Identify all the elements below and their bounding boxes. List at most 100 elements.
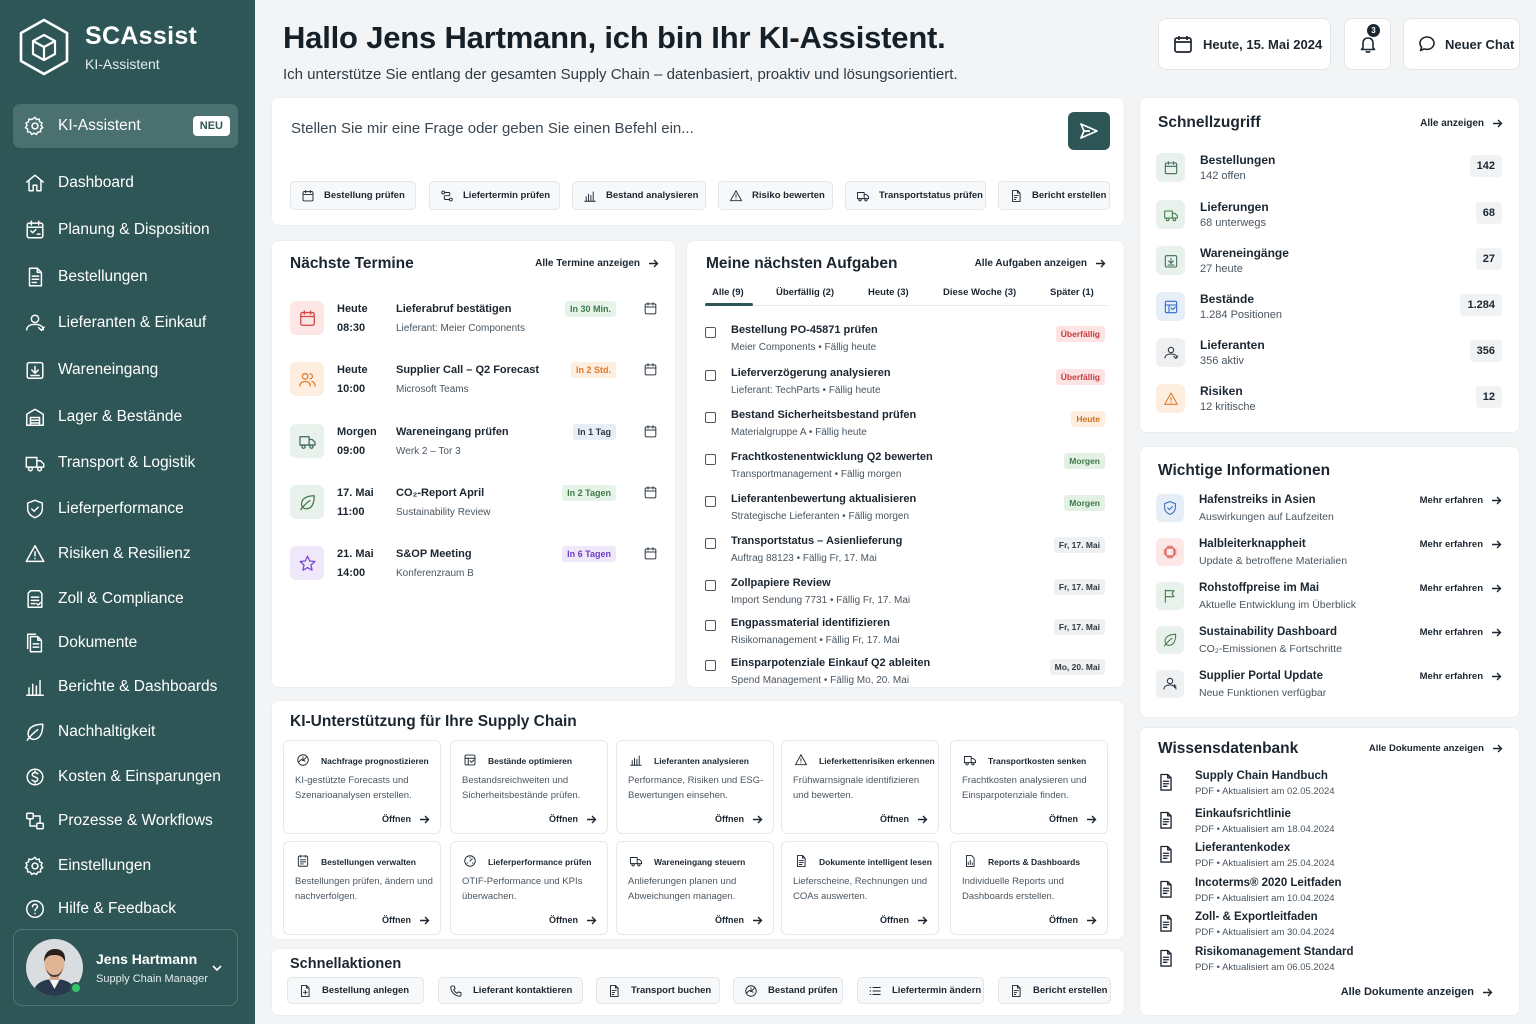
notifications-button[interactable]: 3: [1344, 18, 1391, 70]
send-button[interactable]: [1068, 112, 1110, 150]
add-to-calendar-icon[interactable]: [643, 424, 658, 439]
quick-access-item[interactable]: Bestände 1.284 Positionen 1.284: [1156, 292, 1502, 332]
ki-feature-card[interactable]: Lieferanten analysieren Performance, Ris…: [616, 740, 774, 834]
task-title[interactable]: Bestand Sicherheitsbestand prüfen: [731, 409, 916, 421]
add-to-calendar-icon[interactable]: [643, 546, 658, 561]
ki-feature-card[interactable]: Transportkosten senken Frachtkosten anal…: [950, 740, 1108, 834]
add-to-calendar-icon[interactable]: [643, 362, 658, 377]
ki-feature-card[interactable]: Lieferperformance prüfen OTIF-Performanc…: [450, 841, 608, 935]
ki-feature-open-link[interactable]: Öffnen: [382, 814, 430, 824]
sidebar-item-12[interactable]: Berichte & Dashboards: [13, 665, 238, 709]
tab-3[interactable]: Diese Woche (3): [943, 287, 1016, 298]
prompt-chip[interactable]: Liefertermin prüfen: [429, 181, 560, 210]
termin-item[interactable]: Heute 10:00 Supplier Call – Q2 Forecast …: [290, 362, 662, 402]
sidebar-item-13[interactable]: Nachhaltigkeit: [13, 710, 238, 754]
sidebar-item-9[interactable]: Risiken & Resilienz: [13, 532, 238, 576]
ki-feature-card[interactable]: Dokumente intelligent lesen Lieferschein…: [781, 841, 939, 935]
document-item[interactable]: Incoterms® 2020 Leitfaden PDF • Aktualis…: [1158, 877, 1498, 909]
prompt-chip[interactable]: Bestellung prüfen: [290, 181, 416, 210]
sidebar-item-1[interactable]: Dashboard: [13, 161, 238, 205]
task-checkbox[interactable]: [705, 370, 716, 381]
user-card[interactable]: Jens Hartmann Supply Chain Manager: [13, 929, 238, 1006]
task-title[interactable]: Lieferantenbewertung aktualisieren: [731, 493, 916, 505]
quick-access-item[interactable]: Bestellungen 142 offen 142: [1156, 153, 1502, 193]
document-item[interactable]: Einkaufsrichtlinie PDF • Aktualisiert am…: [1158, 808, 1498, 840]
prompt-input[interactable]: Stellen Sie mir eine Frage oder geben Si…: [291, 120, 694, 137]
task-checkbox[interactable]: [705, 454, 716, 465]
tab-0[interactable]: Alle (9): [712, 287, 744, 298]
task-title[interactable]: Zollpapiere Review: [731, 577, 831, 589]
ki-feature-open-link[interactable]: Öffnen: [880, 915, 928, 925]
sidebar-item-4[interactable]: Lieferanten & Einkauf: [13, 301, 238, 345]
prompt-chip[interactable]: Risiko bewerten: [718, 181, 833, 210]
task-title[interactable]: Lieferverzögerung analysieren: [731, 367, 891, 379]
ki-feature-card[interactable]: Bestellungen verwalten Bestellungen prüf…: [283, 841, 441, 935]
task-checkbox[interactable]: [705, 412, 716, 423]
ki-feature-open-link[interactable]: Öffnen: [715, 915, 763, 925]
more-link[interactable]: Mehr erfahren: [1420, 671, 1502, 682]
task-checkbox[interactable]: [705, 538, 716, 549]
sidebar-item-16[interactable]: Einstellungen: [13, 844, 238, 888]
sidebar-item-8[interactable]: Lieferperformance: [13, 487, 238, 531]
ki-feature-card[interactable]: Bestände optimieren Bestandsreichweiten …: [450, 740, 608, 834]
prompt-chip[interactable]: Bericht erstellen: [998, 181, 1110, 210]
sidebar-item-5[interactable]: Wareneingang: [13, 348, 238, 392]
task-title[interactable]: Einsparpotenziale Einkauf Q2 ableiten: [731, 657, 930, 669]
ki-feature-open-link[interactable]: Öffnen: [382, 915, 430, 925]
task-checkbox[interactable]: [705, 620, 716, 631]
more-link[interactable]: Mehr erfahren: [1420, 583, 1502, 594]
brand[interactable]: SCAssist KI-Assistent: [17, 17, 197, 77]
termin-item[interactable]: 17. Mai 11:00 CO₂-Report April Sustainab…: [290, 485, 662, 525]
quick-access-item[interactable]: Risiken 12 kritische 12: [1156, 384, 1502, 424]
quick-action-button[interactable]: Lieferant kontaktieren: [438, 977, 583, 1004]
add-to-calendar-icon[interactable]: [643, 301, 658, 316]
termin-item[interactable]: 21. Mai 14:00 S&OP Meeting Konferenzraum…: [290, 546, 662, 586]
task-title[interactable]: Engpassmaterial identifizieren: [731, 617, 890, 629]
sidebar-item-0[interactable]: KI-Assistent NEU: [13, 104, 238, 148]
sidebar-item-11[interactable]: Dokumente: [13, 621, 238, 665]
document-item[interactable]: Risikomanagement Standard PDF • Aktualis…: [1158, 946, 1498, 978]
ki-feature-open-link[interactable]: Öffnen: [549, 915, 597, 925]
ki-feature-open-link[interactable]: Öffnen: [880, 814, 928, 824]
quick-action-button[interactable]: Transport buchen: [596, 977, 720, 1004]
more-link[interactable]: Mehr erfahren: [1420, 539, 1502, 550]
task-title[interactable]: Frachtkostenentwicklung Q2 bewerten: [731, 451, 933, 463]
sidebar-item-2[interactable]: Planung & Disposition: [13, 208, 238, 252]
quick-access-item[interactable]: Wareneingänge 27 heute 27: [1156, 246, 1502, 286]
ki-feature-open-link[interactable]: Öffnen: [1049, 814, 1097, 824]
tab-2[interactable]: Heute (3): [868, 287, 909, 298]
prompt-chip[interactable]: Bestand analysieren: [572, 181, 706, 210]
document-item[interactable]: Lieferantenkodex PDF • Aktualisiert am 2…: [1158, 842, 1498, 874]
quick-access-item[interactable]: Lieferungen 68 unterwegs 68: [1156, 200, 1502, 240]
quick-action-button[interactable]: Bericht erstellen: [998, 977, 1111, 1004]
add-to-calendar-icon[interactable]: [643, 485, 658, 500]
task-checkbox[interactable]: [705, 327, 716, 338]
ki-feature-card[interactable]: Wareneingang steuern Anlieferungen plane…: [616, 841, 774, 935]
aufgaben-all-link[interactable]: Alle Aufgaben anzeigen: [975, 258, 1106, 269]
new-chat-button[interactable]: Neuer Chat: [1403, 18, 1520, 70]
quick-action-button[interactable]: Bestand prüfen: [733, 977, 843, 1004]
task-title[interactable]: Transportstatus – Asienlieferung: [731, 535, 902, 547]
tab-4[interactable]: Später (1): [1050, 287, 1094, 298]
ki-feature-open-link[interactable]: Öffnen: [1049, 915, 1097, 925]
task-checkbox[interactable]: [705, 496, 716, 507]
task-checkbox[interactable]: [705, 580, 716, 591]
ki-feature-card[interactable]: Reports & Dashboards Individuelle Report…: [950, 841, 1108, 935]
more-link[interactable]: Mehr erfahren: [1420, 627, 1502, 638]
document-item[interactable]: Zoll- & Exportleitfaden PDF • Aktualisie…: [1158, 911, 1498, 943]
sidebar-item-15[interactable]: Prozesse & Workflows: [13, 799, 238, 843]
wissen-footer-link[interactable]: Alle Dokumente anzeigen: [1341, 986, 1493, 998]
wissen-all-link[interactable]: Alle Dokumente anzeigen: [1369, 743, 1503, 754]
sidebar-item-6[interactable]: Lager & Bestände: [13, 395, 238, 439]
document-item[interactable]: Supply Chain Handbuch PDF • Aktualisiert…: [1158, 770, 1498, 802]
ki-feature-open-link[interactable]: Öffnen: [715, 814, 763, 824]
date-button[interactable]: Heute, 15. Mai 2024: [1158, 18, 1331, 70]
prompt-chip[interactable]: Transportstatus prüfen: [845, 181, 986, 210]
ki-feature-open-link[interactable]: Öffnen: [549, 814, 597, 824]
more-link[interactable]: Mehr erfahren: [1420, 495, 1502, 506]
ki-feature-card[interactable]: Lieferkettenrisiken erkennen Frühwarnsig…: [781, 740, 939, 834]
tab-1[interactable]: Überfällig (2): [776, 287, 834, 298]
task-title[interactable]: Bestellung PO-45871 prüfen: [731, 324, 878, 336]
quick-access-item[interactable]: Lieferanten 356 aktiv 356: [1156, 338, 1502, 378]
ki-feature-card[interactable]: Nachfrage prognostizieren KI-gestützte F…: [283, 740, 441, 834]
